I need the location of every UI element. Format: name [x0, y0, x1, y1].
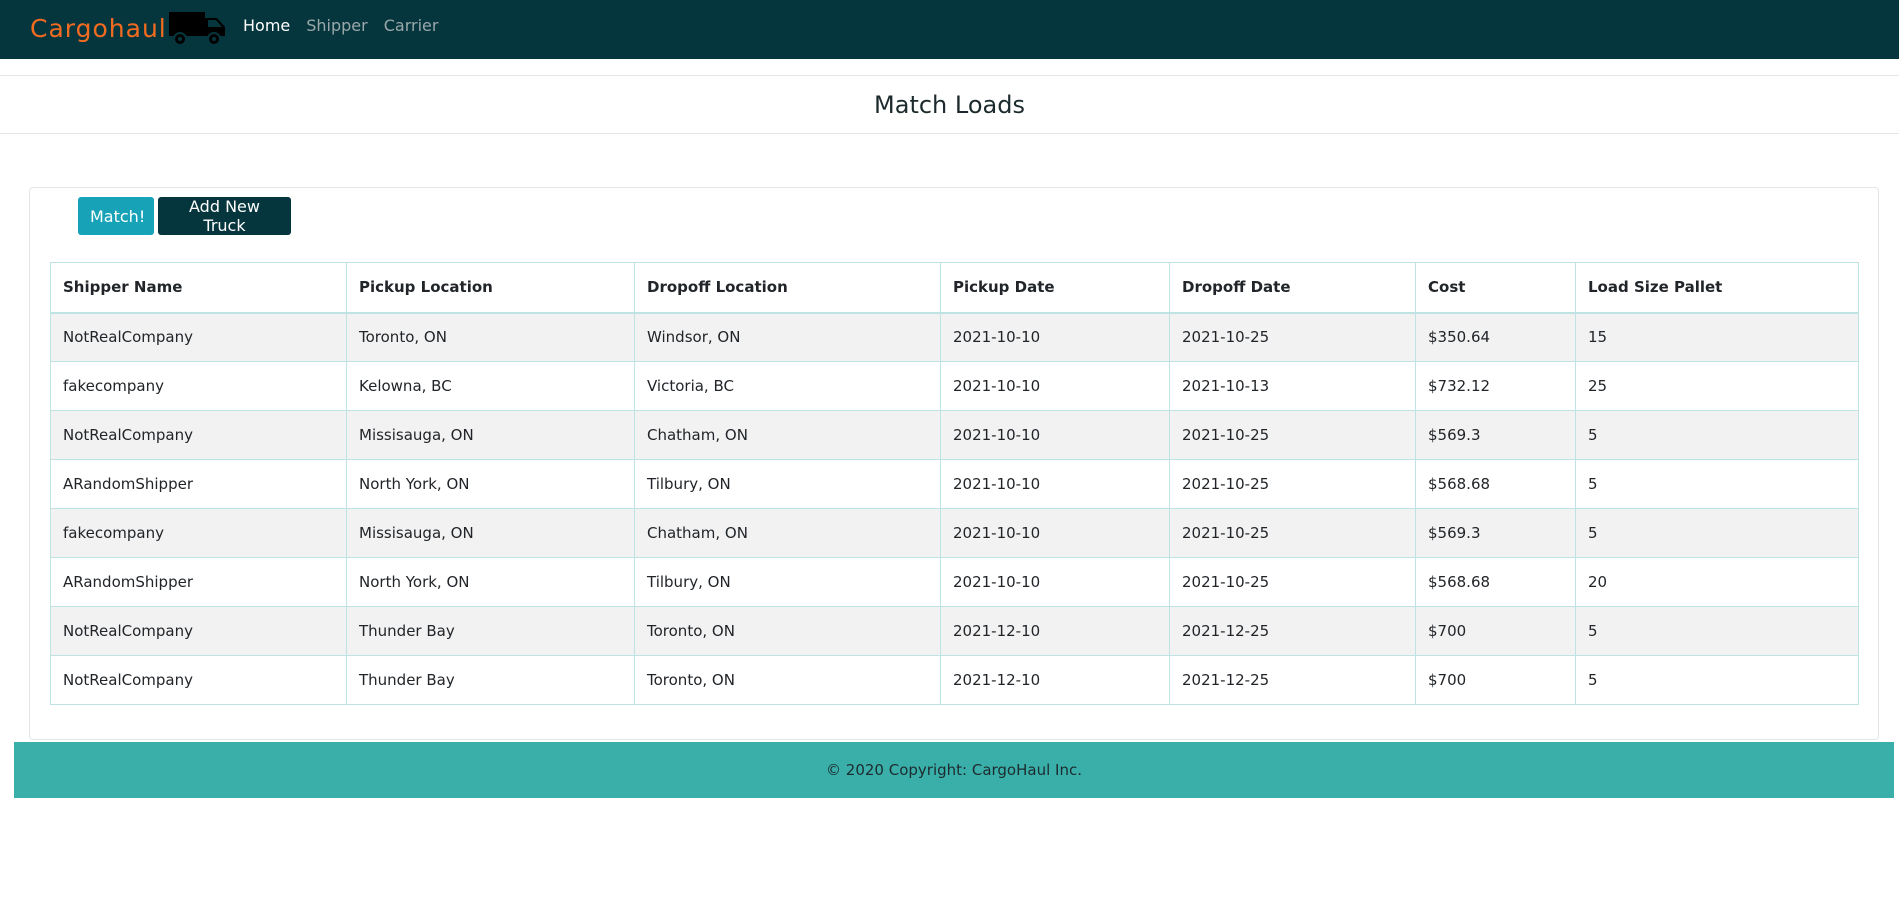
cell-dropoff-date: 2021-10-25: [1169, 508, 1416, 558]
cell-pickup-location: Missisauga, ON: [346, 410, 635, 460]
footer: © 2020 Copyright: CargoHaul Inc.: [14, 742, 1894, 798]
add-new-truck-button[interactable]: Add New Truck: [158, 197, 291, 235]
cell-pickup-location: Kelowna, BC: [346, 361, 635, 411]
cell-cost: $569.3: [1415, 410, 1576, 460]
cell-pickup-date: 2021-10-10: [940, 361, 1170, 411]
truck-icon: [168, 12, 225, 46]
cell-dropoff-date: 2021-10-25: [1169, 557, 1416, 607]
header-dropoff-location[interactable]: Dropoff Location: [634, 262, 941, 314]
loads-card: Match! Add New Truck Shipper Name Pickup…: [29, 187, 1879, 740]
table-row[interactable]: ARandomShipper North York, ON Tilbury, O…: [50, 459, 1859, 509]
footer-copyright: © 2020 Copyright: CargoHaul Inc.: [826, 761, 1082, 779]
cell-pickup-date: 2021-12-10: [940, 606, 1170, 656]
header-pickup-location[interactable]: Pickup Location: [346, 262, 635, 314]
cell-dropoff-location: Windsor, ON: [634, 312, 941, 362]
cell-load-size: 25: [1575, 361, 1859, 411]
table-header-row: Shipper Name Pickup Location Dropoff Loc…: [50, 262, 1859, 314]
cell-dropoff-date: 2021-10-25: [1169, 459, 1416, 509]
cell-shipper-name: ARandomShipper: [50, 459, 347, 509]
table-row[interactable]: fakecompany Missisauga, ON Chatham, ON 2…: [50, 508, 1859, 558]
header-load-size-pallet[interactable]: Load Size Pallet: [1575, 262, 1859, 314]
cell-dropoff-location: Chatham, ON: [634, 410, 941, 460]
cell-pickup-location: Missisauga, ON: [346, 508, 635, 558]
cell-dropoff-location: Victoria, BC: [634, 361, 941, 411]
cell-load-size: 15: [1575, 312, 1859, 362]
cell-pickup-date: 2021-10-10: [940, 557, 1170, 607]
cell-cost: $350.64: [1415, 312, 1576, 362]
nav-link-carrier[interactable]: Carrier: [384, 16, 439, 35]
cell-shipper-name: NotRealCompany: [50, 655, 347, 705]
header-shipper-name[interactable]: Shipper Name: [50, 262, 347, 314]
cell-load-size: 5: [1575, 655, 1859, 705]
loads-table-wrapper: Shipper Name Pickup Location Dropoff Loc…: [50, 262, 1859, 705]
navbar: Cargohaul Home Shipper Carrier: [0, 0, 1899, 59]
page-title: Match Loads: [874, 90, 1025, 119]
cell-dropoff-date: 2021-10-13: [1169, 361, 1416, 411]
cell-pickup-date: 2021-10-10: [940, 312, 1170, 362]
cell-shipper-name: NotRealCompany: [50, 410, 347, 460]
cell-pickup-location: Thunder Bay: [346, 606, 635, 656]
cell-cost: $732.12: [1415, 361, 1576, 411]
table-row[interactable]: NotRealCompany Thunder Bay Toronto, ON 2…: [50, 606, 1859, 656]
cell-shipper-name: NotRealCompany: [50, 312, 347, 362]
nav-link-shipper[interactable]: Shipper: [306, 16, 367, 35]
table-row[interactable]: NotRealCompany Missisauga, ON Chatham, O…: [50, 410, 1859, 460]
brand-name: Cargohaul: [30, 13, 167, 43]
brand-logo[interactable]: Cargohaul: [30, 8, 229, 48]
cell-load-size: 5: [1575, 410, 1859, 460]
cell-pickup-location: Thunder Bay: [346, 655, 635, 705]
cell-shipper-name: ARandomShipper: [50, 557, 347, 607]
header-dropoff-date[interactable]: Dropoff Date: [1169, 262, 1416, 314]
cell-dropoff-date: 2021-10-25: [1169, 410, 1416, 460]
cell-pickup-date: 2021-10-10: [940, 459, 1170, 509]
table-row[interactable]: NotRealCompany Toronto, ON Windsor, ON 2…: [50, 312, 1859, 362]
nav-links: Home Shipper Carrier: [243, 0, 454, 51]
cell-cost: $700: [1415, 655, 1576, 705]
table-row[interactable]: NotRealCompany Thunder Bay Toronto, ON 2…: [50, 655, 1859, 705]
cell-pickup-location: North York, ON: [346, 459, 635, 509]
cell-dropoff-location: Tilbury, ON: [634, 459, 941, 509]
cell-load-size: 5: [1575, 459, 1859, 509]
cell-pickup-date: 2021-10-10: [940, 410, 1170, 460]
cell-pickup-location: North York, ON: [346, 557, 635, 607]
cell-pickup-location: Toronto, ON: [346, 312, 635, 362]
cell-shipper-name: NotRealCompany: [50, 606, 347, 656]
cell-load-size: 20: [1575, 557, 1859, 607]
cell-shipper-name: fakecompany: [50, 508, 347, 558]
loads-table: Shipper Name Pickup Location Dropoff Loc…: [50, 262, 1859, 705]
header-cost[interactable]: Cost: [1415, 262, 1576, 314]
cell-dropoff-date: 2021-12-25: [1169, 606, 1416, 656]
cell-cost: $568.68: [1415, 459, 1576, 509]
cell-load-size: 5: [1575, 508, 1859, 558]
nav-link-home[interactable]: Home: [243, 16, 290, 35]
cell-pickup-date: 2021-12-10: [940, 655, 1170, 705]
cell-cost: $700: [1415, 606, 1576, 656]
table-row[interactable]: ARandomShipper North York, ON Tilbury, O…: [50, 557, 1859, 607]
cell-cost: $568.68: [1415, 557, 1576, 607]
cell-dropoff-location: Toronto, ON: [634, 655, 941, 705]
cell-dropoff-location: Chatham, ON: [634, 508, 941, 558]
cell-cost: $569.3: [1415, 508, 1576, 558]
header-pickup-date[interactable]: Pickup Date: [940, 262, 1170, 314]
match-button[interactable]: Match!: [78, 197, 154, 235]
cell-dropoff-location: Toronto, ON: [634, 606, 941, 656]
cell-shipper-name: fakecompany: [50, 361, 347, 411]
cell-dropoff-location: Tilbury, ON: [634, 557, 941, 607]
table-row[interactable]: fakecompany Kelowna, BC Victoria, BC 202…: [50, 361, 1859, 411]
cell-dropoff-date: 2021-12-25: [1169, 655, 1416, 705]
cell-load-size: 5: [1575, 606, 1859, 656]
cell-dropoff-date: 2021-10-25: [1169, 312, 1416, 362]
cell-pickup-date: 2021-10-10: [940, 508, 1170, 558]
title-band: Match Loads: [0, 75, 1899, 134]
